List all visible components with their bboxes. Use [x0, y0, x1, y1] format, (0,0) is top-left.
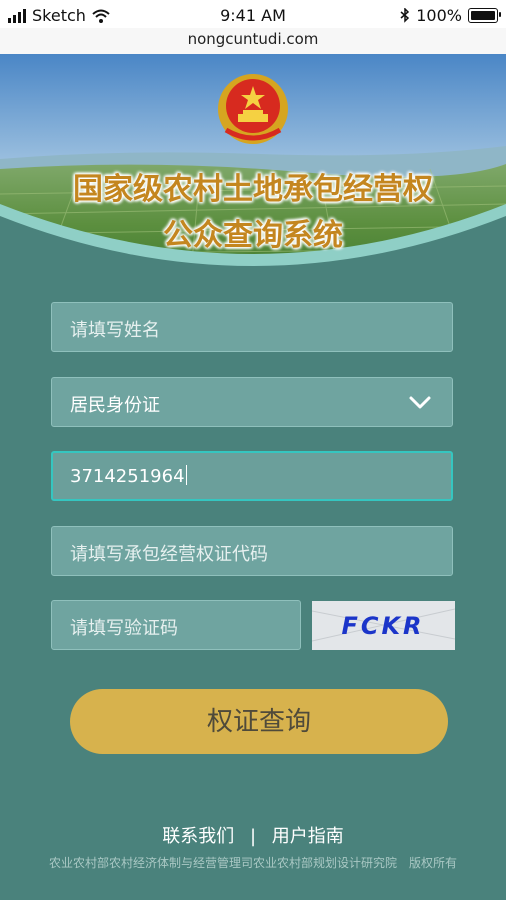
id-type-select[interactable]: 居民身份证	[51, 377, 453, 427]
copyright-text: 农业农村部农村经济体制与经营管理司农业农村部规划设计研究院 版权所有	[48, 856, 457, 870]
url-bar[interactable]: nongcuntudi.com	[0, 28, 506, 55]
captcha-text: FCKR	[341, 612, 424, 640]
battery-icon	[468, 8, 501, 23]
name-placeholder: 请填写姓名	[70, 320, 160, 341]
id-type-value: 居民身份证	[70, 395, 160, 416]
status-bar: Sketch 9:41 AM 100%	[0, 0, 506, 28]
captcha-image[interactable]: FCKR	[311, 601, 456, 650]
id-number-value: 3714251964	[70, 466, 185, 487]
cert-code-input[interactable]: 请填写承包经营权证代码	[51, 526, 453, 576]
captcha-input[interactable]: 请填写验证码	[51, 600, 301, 650]
id-number-input[interactable]: 3714251964	[51, 451, 453, 501]
header-banner: 国家级农村土地承包经营权 公众查询系统	[0, 54, 506, 284]
cert-code-placeholder: 请填写承包经营权证代码	[70, 544, 268, 565]
captcha-placeholder: 请填写验证码	[70, 618, 178, 639]
battery-group: 100%	[400, 6, 501, 25]
bluetooth-icon	[400, 8, 410, 23]
user-guide-link[interactable]: 用户指南	[272, 826, 344, 847]
system-title-line2: 公众查询系统	[163, 218, 343, 253]
name-input[interactable]: 请填写姓名	[51, 302, 453, 352]
certificate-query-button[interactable]: 权证查询	[70, 689, 448, 754]
captcha-graphic: FCKR	[311, 601, 456, 650]
system-title-line1: 国家级农村土地承包经营权	[73, 172, 433, 207]
contact-us-link[interactable]: 联系我们	[162, 826, 234, 847]
national-emblem-icon	[218, 74, 288, 144]
id-number-wrap: 3714251964	[70, 465, 187, 487]
url-text: nongcuntudi.com	[187, 30, 319, 48]
footer-links: 联系我们 | 用户指南	[0, 822, 506, 848]
text-cursor	[185, 465, 187, 485]
chevron-down-icon	[409, 396, 431, 409]
footer-separator: |	[249, 826, 257, 847]
battery-percent: 100%	[416, 6, 462, 25]
